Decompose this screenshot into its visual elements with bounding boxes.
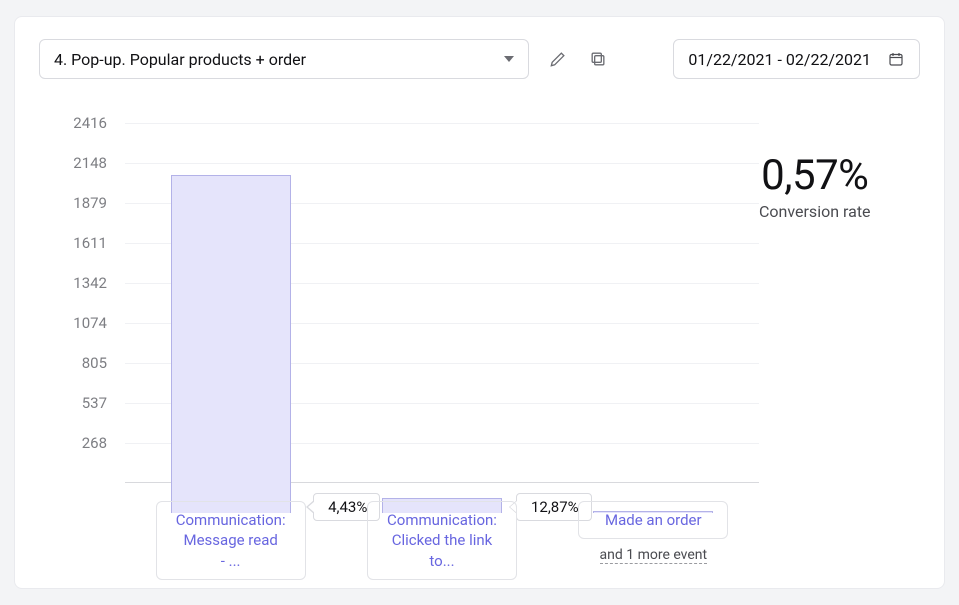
y-axis: 268537805107413421611187921482416	[39, 123, 125, 483]
date-range-picker[interactable]: 01/22/2021 - 02/22/2021	[673, 39, 920, 79]
conversion-kpi: 0,57% Conversion rate	[759, 151, 871, 221]
content-row: 268537805107413421611187921482416 4,43%1…	[39, 123, 920, 513]
bar	[171, 175, 291, 513]
x-slot: Communication:Clicked the linkto...	[336, 501, 547, 580]
y-tick-label: 537	[82, 394, 107, 412]
y-tick-label: 1074	[73, 314, 107, 332]
pencil-icon	[548, 49, 568, 69]
x-axis-labels: Communication:Message read- ... Communica…	[125, 501, 759, 580]
bars-row: 4,43%12,87%	[125, 153, 759, 513]
y-tick-label: 2416	[73, 114, 107, 132]
bar-slot: 12,87%	[336, 153, 547, 513]
y-tick-label: 1342	[73, 274, 107, 292]
x-slot: Made an order and 1 more event	[548, 501, 759, 580]
y-tick-label: 268	[82, 434, 107, 452]
y-tick-label: 805	[82, 354, 107, 372]
step-label[interactable]: Communication:Clicked the linkto...	[367, 501, 517, 580]
copy-button[interactable]	[587, 48, 609, 70]
edit-button[interactable]	[547, 48, 569, 70]
grid-line	[125, 123, 759, 124]
funnel-select-value: 4. Pop-up. Popular products + order	[54, 50, 306, 69]
kpi-value: 0,57%	[759, 151, 871, 200]
more-events-link[interactable]: and 1 more event	[600, 547, 708, 564]
x-slot: Communication:Message read- ...	[125, 501, 336, 580]
copy-icon	[588, 49, 608, 69]
y-tick-label: 1879	[73, 194, 107, 212]
toolbar: 4. Pop-up. Popular products + order 01/2…	[39, 39, 920, 79]
step-label[interactable]: Made an order	[578, 501, 728, 539]
bar-slot: 4,43%	[125, 153, 336, 513]
funnel-chart: 268537805107413421611187921482416 4,43%1…	[39, 123, 759, 513]
y-tick-label: 2148	[73, 154, 107, 172]
chevron-down-icon	[504, 56, 514, 62]
date-range-value: 01/22/2021 - 02/22/2021	[688, 50, 871, 69]
step-label[interactable]: Communication:Message read- ...	[156, 501, 306, 580]
y-tick-label: 1611	[73, 234, 107, 252]
bar-slot	[548, 153, 759, 513]
calendar-icon	[887, 50, 905, 68]
funnel-select[interactable]: 4. Pop-up. Popular products + order	[39, 39, 529, 79]
kpi-label: Conversion rate	[759, 202, 871, 221]
analytics-panel: 4. Pop-up. Popular products + order 01/2…	[14, 16, 945, 589]
